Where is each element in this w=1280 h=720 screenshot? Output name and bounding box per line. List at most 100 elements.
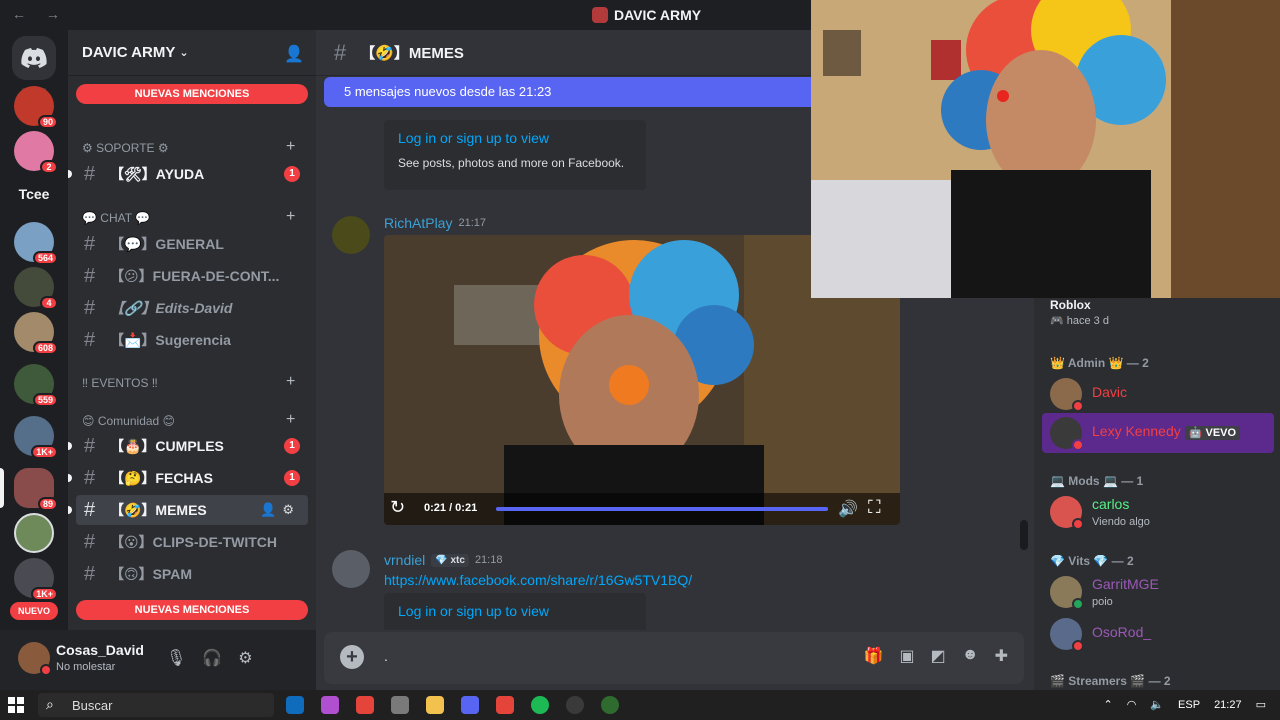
server-icon[interactable]: 1K+ xyxy=(14,558,58,601)
server-icon[interactable]: 564 xyxy=(14,222,58,265)
category-eventos[interactable]: ‼ EVENTOS ‼ + xyxy=(82,373,295,390)
spotify-icon[interactable] xyxy=(531,696,549,714)
voice-controls: 🎙 🎧 ⚙ xyxy=(166,648,253,668)
category-soporte[interactable]: ⚙ SOPORTE ⚙ + xyxy=(82,138,295,155)
server-text-icon[interactable]: Tcee xyxy=(0,186,68,202)
add-channel-icon[interactable]: + xyxy=(286,411,295,429)
fullscreen-icon[interactable]: ⛶ xyxy=(868,497,881,518)
nav-arrows[interactable]: ← → xyxy=(12,6,68,22)
channel-edits-david[interactable]: # 【🔗】Edits-David xyxy=(76,293,308,323)
channel-memes[interactable]: # 【🤣】MEMES 👤⚙ xyxy=(68,495,308,525)
server-icon[interactable] xyxy=(14,513,54,553)
channel-label: 【😕】FUERA-DE-CONT... xyxy=(110,268,280,284)
guild-header[interactable]: DAVIC ARMY ⌄ 👤 xyxy=(68,30,316,76)
video-progress-fill xyxy=(496,507,828,511)
volume-icon[interactable]: 🔊 xyxy=(838,499,858,519)
add-channel-icon[interactable]: + xyxy=(286,373,295,391)
video-progress-bar[interactable] xyxy=(496,507,828,511)
embed-link[interactable]: Log in or sign up to view xyxy=(398,603,632,619)
discord-icon[interactable] xyxy=(461,696,479,714)
server-icon[interactable]: 89 xyxy=(14,468,58,511)
app-icon[interactable] xyxy=(391,696,409,714)
embed-description: See posts, photos and more on Facebook. xyxy=(398,156,625,170)
copilot-icon[interactable] xyxy=(321,696,339,714)
channel-fechas[interactable]: # 【🤔】FECHAS 1 xyxy=(68,463,308,493)
add-channel-icon[interactable]: + xyxy=(286,138,295,156)
microphone-icon[interactable]: 🎙 xyxy=(166,648,186,668)
mention-count: 1K+ xyxy=(31,445,58,459)
message-input[interactable]: . xyxy=(384,648,388,664)
status-icon xyxy=(1072,439,1084,451)
notification-icon[interactable]: ▭ xyxy=(1256,698,1266,711)
category-chat[interactable]: 💬 CHAT 💬 + xyxy=(82,208,295,225)
chrome-icon[interactable] xyxy=(496,696,514,714)
member-davic[interactable]: Davic xyxy=(1042,374,1274,414)
new-mentions-banner[interactable]: NUEVAS MENCIONES xyxy=(76,84,308,104)
mention-count: 559 xyxy=(32,393,58,407)
new-messages-bar[interactable]: 5 mensajes nuevos desde las 21:23 xyxy=(324,77,811,107)
apps-icon[interactable]: ✚ xyxy=(995,646,1008,666)
file-explorer-icon[interactable] xyxy=(426,696,444,714)
invite-people-icon[interactable]: 👤 xyxy=(284,44,304,64)
new-mentions-banner[interactable]: NUEVAS MENCIONES xyxy=(76,600,308,620)
obs-icon[interactable] xyxy=(566,696,584,714)
replay-icon[interactable]: ↻ xyxy=(390,497,405,518)
gear-icon[interactable]: ⚙ xyxy=(238,648,252,668)
server-icon[interactable]: 4 xyxy=(14,267,58,310)
channel-sugerencia[interactable]: # 【📩】Sugerencia xyxy=(76,325,308,355)
attach-plus-icon[interactable]: + xyxy=(340,645,364,669)
chevron-up-icon[interactable]: ⌃ xyxy=(1104,698,1113,711)
member-list: Roblox 🎮 hace 3 d 👑 Admin 👑 — 2 Davic Le… xyxy=(1034,296,1280,690)
search-label: Buscar xyxy=(72,698,113,713)
message-composer[interactable]: + . 🎁 ▣ ◩ ☻ ✚ xyxy=(324,632,1024,684)
speaker-icon[interactable]: 🔈 xyxy=(1150,698,1164,711)
status-icon xyxy=(1072,640,1084,652)
gif-icon[interactable]: ▣ xyxy=(900,646,915,666)
add-channel-icon[interactable]: + xyxy=(286,208,295,226)
video-controls: ↻ 0:21 / 0:21 🔊 ⛶ xyxy=(384,493,900,525)
hash-icon: # xyxy=(84,530,96,553)
headphones-icon[interactable]: 🎧 xyxy=(202,648,222,668)
discord-home-icon[interactable] xyxy=(12,36,56,80)
category-comunidad[interactable]: 😊 Comunidad 😊 + xyxy=(82,411,295,428)
member-osorod[interactable]: OsoRod_ xyxy=(1042,614,1274,654)
member-carlos[interactable]: carlos Viendo algo xyxy=(1042,492,1274,532)
channel-general[interactable]: # 【💬】GENERAL xyxy=(76,229,308,259)
server-icon[interactable]: 559 xyxy=(14,364,58,407)
channel-clips[interactable]: # 【😮】CLIPS-DE-TWITCH xyxy=(76,527,308,557)
message-author[interactable]: RichAtPlay xyxy=(384,215,452,231)
channel-ayuda[interactable]: # 【🛠】AYUDA 1 xyxy=(68,159,308,189)
server-icon[interactable]: 2 xyxy=(14,131,58,174)
edge-icon[interactable] xyxy=(286,696,304,714)
channel-settings-icons[interactable]: 👤⚙ xyxy=(260,502,300,518)
avatar[interactable] xyxy=(332,550,370,588)
chrome-icon[interactable] xyxy=(356,696,374,714)
sticker-icon[interactable]: ◩ xyxy=(931,646,946,666)
message-link[interactable]: https://www.facebook.com/share/r/16Gw5TV… xyxy=(384,572,692,588)
member-lexy-kennedy[interactable]: Lexy Kennedy 🤖 VEVO xyxy=(1042,413,1274,453)
wifi-icon[interactable]: ◠ xyxy=(1127,698,1137,711)
server-icon[interactable]: 608 xyxy=(14,312,58,355)
new-badge[interactable]: NUEVO xyxy=(10,602,58,620)
avatar[interactable] xyxy=(332,216,370,254)
embed-link[interactable]: Log in or sign up to view xyxy=(398,130,632,146)
username[interactable]: Cosas_David xyxy=(56,642,144,658)
hash-icon: # xyxy=(84,434,96,457)
taskbar-search[interactable]: ⌕ Buscar xyxy=(38,693,274,717)
language-indicator[interactable]: ESP xyxy=(1178,699,1200,711)
server-icon[interactable]: 90 xyxy=(14,86,58,129)
windows-start-icon[interactable] xyxy=(8,697,24,713)
scrollbar[interactable] xyxy=(1020,520,1028,550)
link-embed: Log in or sign up to view xyxy=(384,593,646,630)
server-icon[interactable]: 1K+ xyxy=(14,416,58,459)
channel-cumples[interactable]: # 【🎂】CUMPLES 1 xyxy=(68,431,308,461)
member-garritmge[interactable]: GarritMGE poio xyxy=(1042,572,1274,612)
clock[interactable]: 21:27 xyxy=(1214,699,1242,711)
emoji-icon[interactable]: ☻ xyxy=(962,646,979,666)
channel-fuera-de-contexto[interactable]: # 【😕】FUERA-DE-CONT... xyxy=(76,261,308,291)
message-author[interactable]: vrndiel xyxy=(384,552,425,568)
channel-label: 【🙃】SPAM xyxy=(110,566,193,582)
gift-icon[interactable]: 🎁 xyxy=(864,646,884,666)
app-icon[interactable] xyxy=(601,696,619,714)
channel-spam[interactable]: # 【🙃】SPAM xyxy=(76,559,308,589)
